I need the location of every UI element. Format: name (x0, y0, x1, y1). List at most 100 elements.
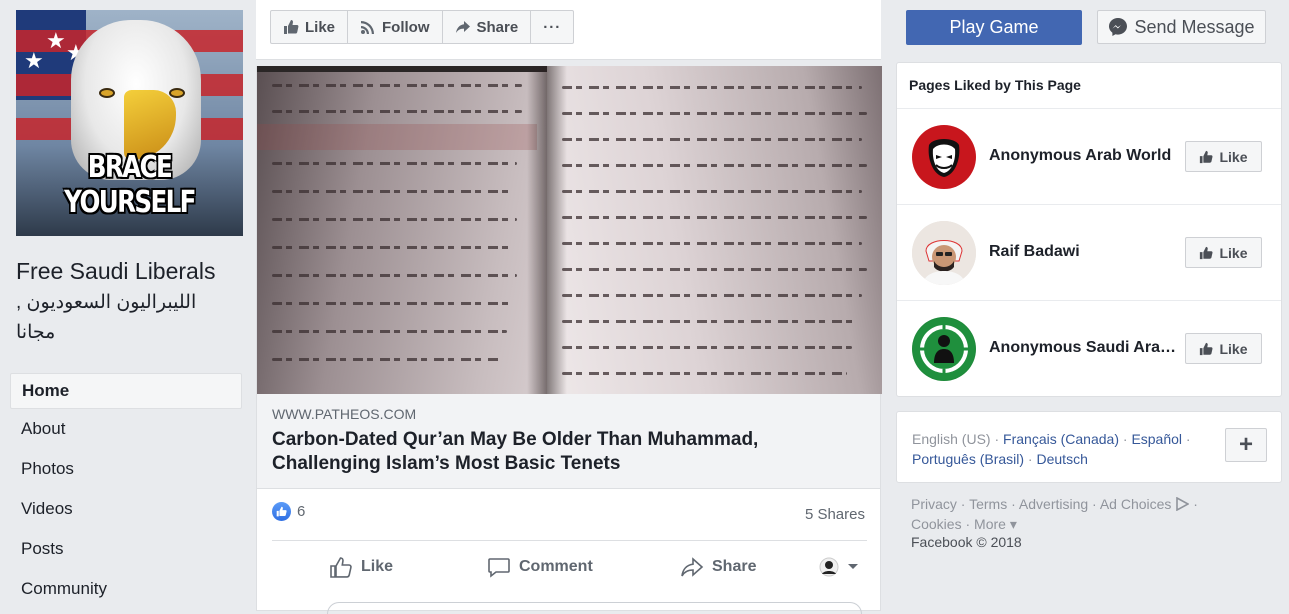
eagle-eye (169, 88, 185, 98)
liked-page-like-button[interactable]: Like (1185, 333, 1262, 364)
comment-input-stub[interactable] (327, 602, 862, 614)
send-message-button[interactable]: Send Message (1097, 10, 1266, 44)
post-link-image[interactable] (257, 66, 882, 394)
liked-page-like-label: Like (1219, 340, 1248, 357)
liked-page-name[interactable]: Raif Badawi (989, 243, 1179, 261)
post-like-label: Like (361, 557, 394, 575)
more-dots-icon: ··· (543, 18, 562, 36)
link-title[interactable]: Carbon-Dated Qur’an May Be Older Than Mu… (272, 428, 832, 476)
liked-page-like-label: Like (1219, 148, 1248, 165)
star-icon: ★ (24, 48, 44, 73)
language-link[interactable]: Español (1131, 431, 1182, 447)
post-card: WWW.PATHEOS.COM Carbon-Dated Qur’an May … (256, 66, 882, 614)
manuscript-red-band (257, 124, 537, 150)
language-link[interactable]: Português (Brasil) (912, 451, 1024, 467)
page-share-button[interactable]: Share (443, 11, 532, 43)
rss-icon (361, 21, 375, 34)
liked-page-avatar[interactable] (912, 317, 976, 381)
manuscript-gutter (527, 66, 567, 394)
manuscript-script-line (562, 346, 852, 349)
page-profile-picture[interactable]: ★ ★ ★ BRACE YOURSELF (16, 10, 243, 236)
page-like-label: Like (305, 18, 336, 36)
manuscript-script-line (272, 246, 512, 249)
thumbs-up-icon (1200, 150, 1213, 163)
more-languages-button[interactable]: + (1225, 428, 1267, 462)
liked-page-row: Raif Badawi Like (897, 205, 1281, 301)
page-title-arabic: الليبراليون السعوديون , مجانا (16, 292, 197, 343)
footer-link-ad-choices[interactable]: Ad Choices (1100, 496, 1172, 512)
reaction-summary[interactable]: 6 (272, 502, 305, 521)
share-arrow-icon (455, 21, 470, 33)
nav-item-posts[interactable]: Posts (10, 531, 242, 571)
footer-link-advertising[interactable]: Advertising (1019, 496, 1088, 512)
thumbs-up-icon (1200, 342, 1213, 355)
manuscript-script-line (272, 358, 502, 361)
link-preview[interactable]: WWW.PATHEOS.COM Carbon-Dated Qur’an May … (257, 394, 880, 489)
page-action-group: Like Follow Share ··· (270, 10, 575, 44)
manuscript-script-line (272, 84, 522, 87)
comment-label: Comment (519, 557, 593, 575)
nav-item-photos[interactable]: Photos (10, 451, 242, 491)
footer-link-more[interactable]: More ▾ (974, 516, 1017, 532)
language-selector-card: English (US) · Français (Canada) · Españ… (896, 411, 1282, 483)
pages-liked-card: Pages Liked by This Page Anonymous Arab … (896, 62, 1282, 397)
page-title[interactable]: Free Saudi Liberals (16, 258, 246, 285)
manuscript-right-page (547, 66, 882, 394)
left-column: ★ ★ ★ BRACE YOURSELF Free Saudi Liberals… (0, 0, 255, 605)
language-link[interactable]: Deutsch (1037, 451, 1088, 467)
thumbs-up-icon (284, 20, 299, 34)
follow-button[interactable]: Follow (348, 11, 443, 43)
language-link[interactable]: Français (Canada) (1003, 431, 1119, 447)
nav-item-community[interactable]: Community (10, 571, 242, 611)
liked-page-avatar[interactable] (912, 221, 976, 285)
nav-item-home[interactable]: Home (10, 373, 242, 409)
more-options-button[interactable]: ··· (531, 11, 573, 43)
play-game-button[interactable]: Play Game (906, 10, 1082, 45)
nav-item-about[interactable]: About (10, 411, 242, 451)
pages-liked-title: Pages Liked by This Page (897, 63, 1281, 109)
messenger-icon (1109, 18, 1128, 36)
manuscript-script-line (272, 274, 517, 277)
profile-meme-text: BRACE YOURSELF (64, 150, 196, 220)
manuscript-script-line (562, 294, 862, 297)
star-icon: ★ (46, 28, 66, 53)
liked-page-like-button[interactable]: Like (1185, 237, 1262, 268)
liked-page-like-button[interactable]: Like (1185, 141, 1262, 172)
liked-page-row: Anonymous Arab World Like (897, 109, 1281, 205)
manuscript-script-line (272, 190, 512, 193)
liked-page-name[interactable]: Anonymous Arab World (989, 147, 1179, 165)
manuscript-script-line (562, 372, 847, 375)
liked-page-name[interactable]: Anonymous Saudi Arabia (989, 339, 1179, 357)
manuscript-script-line (562, 242, 862, 245)
manuscript-script-line (272, 302, 512, 305)
manuscript-script-line (272, 218, 517, 221)
manuscript-script-line (562, 190, 862, 193)
manuscript-script-line (272, 330, 507, 333)
post-like-button[interactable]: Like (329, 556, 393, 578)
page-like-button[interactable]: Like (271, 11, 349, 43)
post-actions: Like Comment Share (272, 540, 867, 592)
post-as-selector[interactable] (819, 557, 867, 577)
nav-item-videos[interactable]: Videos (10, 491, 242, 531)
liked-page-row: Anonymous Saudi Arabia Like (897, 301, 1281, 397)
ad-choices-icon (1176, 496, 1190, 512)
comment-button[interactable]: Comment (487, 556, 593, 578)
like-reaction-icon (272, 502, 291, 521)
manuscript-script-line (562, 268, 867, 271)
footer-link-privacy[interactable]: Privacy (911, 496, 957, 512)
page-nav: Home About Photos Videos Posts Community (10, 373, 242, 611)
post-share-label: Share (712, 557, 757, 575)
thumbs-up-outline-icon (330, 556, 352, 578)
liked-page-avatar[interactable] (912, 125, 976, 189)
shares-count[interactable]: 5 Shares (805, 506, 865, 523)
post-share-button[interactable]: Share (680, 556, 756, 578)
footer-link-cookies[interactable]: Cookies (911, 516, 962, 532)
current-language: English (US) (912, 431, 991, 447)
manuscript-script-line (562, 112, 867, 115)
reaction-count: 6 (297, 503, 306, 520)
manuscript-left-page (257, 72, 547, 394)
copyright: Facebook © 2018 (911, 534, 1022, 550)
footer-link-terms[interactable]: Terms (969, 496, 1007, 512)
footer-links: Privacy · Terms · Advertising · Ad Choic… (911, 496, 1198, 532)
liked-page-like-label: Like (1219, 244, 1248, 261)
